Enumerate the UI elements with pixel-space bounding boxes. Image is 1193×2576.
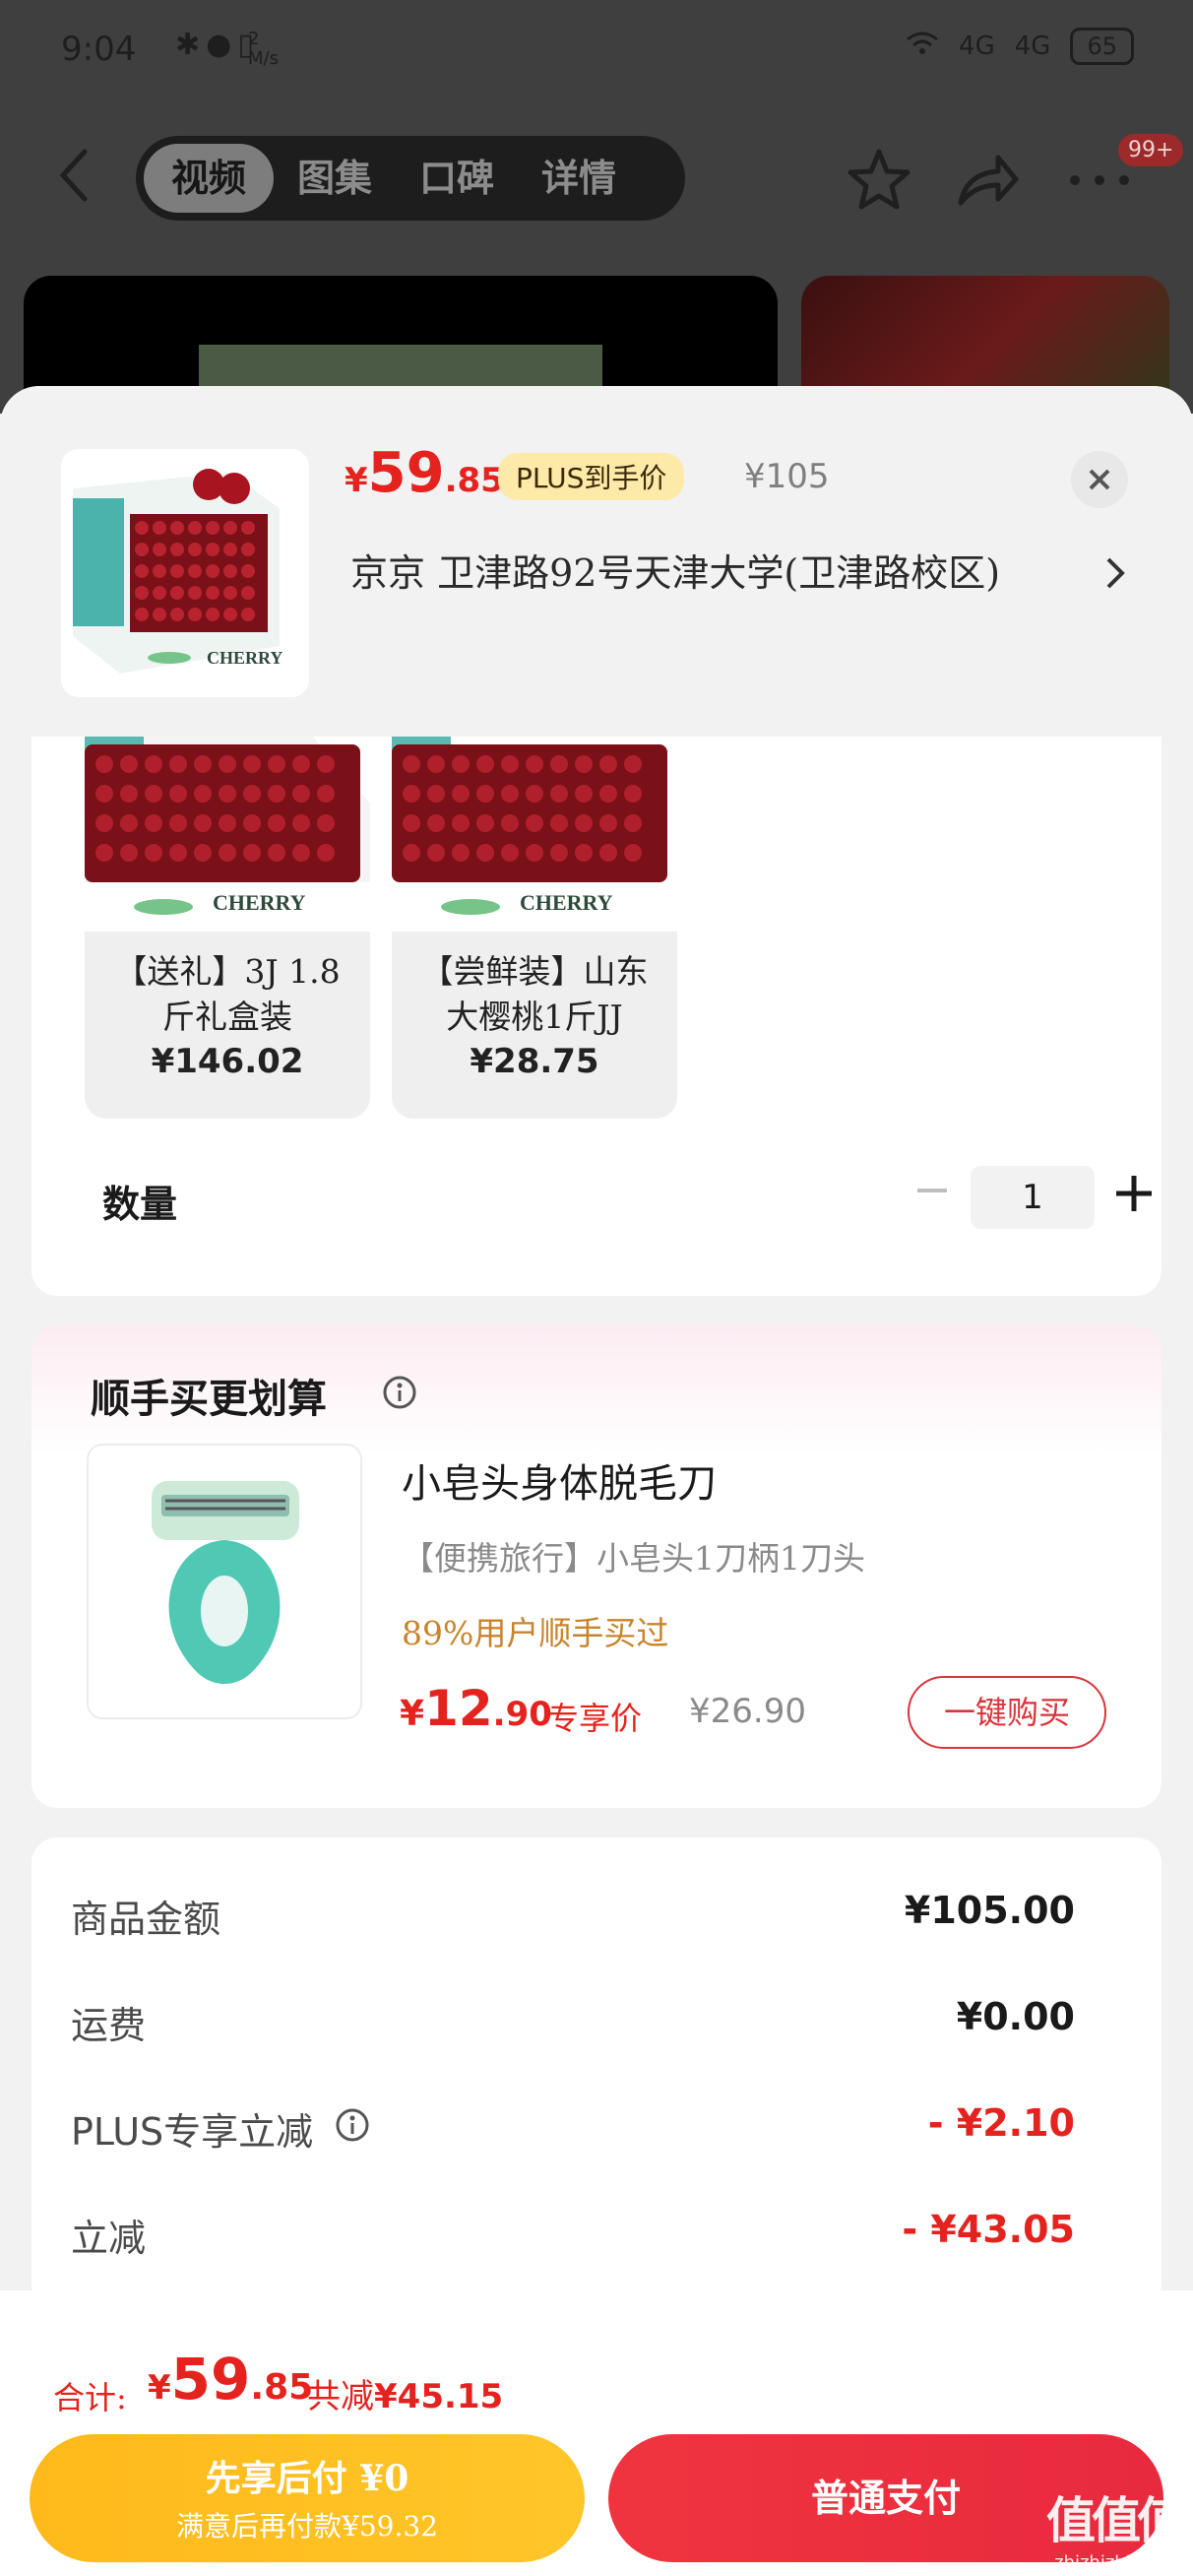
pay-later-title: 先享后付 ¥0	[205, 2458, 409, 2499]
status-bar: 9:04 ✱●▯ 2 M/s 4G 4G 65	[0, 0, 1193, 98]
upsell-original-price: ¥26.90	[689, 1692, 806, 1731]
upsell-card: 顺手买更划算 小皂头身体脱毛刀 【便携旅行】小皂头1刀柄1刀头 89%用户顺手买…	[31, 1325, 1162, 1808]
variant-name: 【送礼】3J 1.8斤礼盒装	[114, 952, 341, 1036]
total-price-integer: 59	[170, 2346, 251, 2413]
summary-label: 立减	[71, 2217, 147, 2260]
network-speed: 2 M/s	[248, 30, 279, 69]
variant-name: 【尝鲜装】山东大樱桃1斤JJ	[420, 952, 649, 1036]
variant-price: ¥28.75	[470, 1042, 599, 1081]
total-price-currency: ¥	[148, 2368, 171, 2408]
tab-reviews[interactable]: 口碑	[396, 144, 518, 213]
thumbnail-brand: CHERRY	[207, 648, 283, 668]
checkout-footer: 合计: ¥59.85 共减¥45.15 先享后付 ¥0 满意后再付款¥59.32…	[0, 2290, 1193, 2576]
pay-later-subtitle: 满意后再付款¥59.32	[176, 2510, 438, 2543]
variant-price: ¥146.02	[151, 1042, 304, 1081]
one-click-buy-button[interactable]: 一键购买	[908, 1676, 1106, 1749]
battery-icon: 65	[1070, 28, 1134, 65]
close-button[interactable]	[1071, 451, 1128, 508]
back-arrow-icon[interactable]	[55, 146, 94, 205]
tab-details[interactable]: 详情	[518, 144, 640, 213]
star-icon[interactable]	[845, 146, 913, 215]
price-decimal: .85	[444, 461, 504, 500]
pay-later-button[interactable]: 先享后付 ¥0 满意后再付款¥59.32	[30, 2434, 585, 2562]
tab-gallery[interactable]: 图集	[274, 144, 396, 213]
status-right: 4G 4G 65	[906, 28, 1134, 65]
total-savings: 共减¥45.15	[307, 2369, 503, 2417]
watermark-text: 值值值	[1046, 2491, 1186, 2549]
summary-label: 运费	[71, 2004, 147, 2047]
quantity-label: 数量	[102, 1183, 178, 1226]
total-price: ¥59.85	[148, 2346, 313, 2413]
variant-option[interactable]: CHERRY 【尝鲜装】山东大樱桃1斤JJ ¥28.75	[392, 725, 677, 1119]
signal-1: 4G	[959, 32, 995, 61]
info-icon[interactable]	[382, 1375, 417, 1410]
close-icon	[1089, 469, 1110, 490]
share-icon[interactable]	[953, 146, 1022, 215]
price-currency: ¥	[345, 461, 368, 500]
quantity-input[interactable]: 1	[971, 1166, 1095, 1229]
variant-image: CHERRY	[85, 725, 370, 932]
network-speed-value: 2	[248, 29, 260, 49]
wifi-icon	[906, 30, 939, 64]
tab-video[interactable]: 视频	[144, 144, 275, 213]
variant-image-brand: CHERRY	[520, 890, 613, 915]
variant-option[interactable]: CHERRY 【送礼】3J 1.8斤礼盒装 ¥146.02	[85, 725, 370, 1119]
message-badge: 99+	[1118, 134, 1184, 166]
product-thumbnail: CHERRY	[61, 449, 309, 697]
signal-2: 4G	[1014, 32, 1051, 61]
summary-value: - ¥43.05	[902, 2208, 1075, 2251]
sheet-header: CHERRY ¥59.85 PLUS到手价 ¥105 京京 卫津路92号天津大学…	[0, 386, 1193, 737]
summary-row: PLUS专享立减 - ¥2.10	[31, 2101, 1162, 2160]
network-speed-unit: M/s	[248, 48, 279, 69]
upsell-item-name[interactable]: 小皂头身体脱毛刀	[402, 1451, 717, 1509]
status-indicator-icons: ✱●▯	[175, 28, 260, 62]
upsell-product-image[interactable]	[87, 1444, 362, 1719]
summary-row: 运费 ¥0.00	[31, 1995, 1162, 2054]
upsell-price-label: 专享价	[547, 1700, 643, 1737]
total-savings-value: ¥45.15	[374, 2377, 504, 2416]
upsell-price-currency: ¥	[400, 1694, 425, 1734]
summary-label: PLUS专享立减	[71, 2110, 314, 2154]
purchase-sheet: CHERRY 【送礼】3J 1.8斤礼盒装 ¥146.02 CHERRY 【尝鲜…	[0, 386, 1193, 2576]
status-time: 9:04	[61, 30, 137, 69]
total-price-decimal: .85	[250, 2367, 314, 2408]
upsell-price-decimal: .90	[492, 1695, 552, 1734]
upsell-social-proof: 89%用户顺手买过	[402, 1614, 669, 1652]
upsell-title: 顺手买更划算	[91, 1377, 327, 1422]
price-integer: 59	[367, 441, 445, 505]
summary-value: ¥0.00	[956, 1995, 1075, 2038]
summary-row: 立减 - ¥43.05	[31, 2208, 1162, 2267]
summary-value: - ¥2.10	[927, 2101, 1075, 2145]
summary-row: 商品金额 ¥105.00	[31, 1889, 1162, 1948]
delivery-address[interactable]: 京京 卫津路92号天津大学(卫津路校区)	[350, 549, 1059, 597]
summary-label: 商品金额	[71, 1898, 221, 1941]
variant-image-brand: CHERRY	[213, 890, 306, 915]
plus-icon[interactable]	[1114, 1174, 1154, 1213]
nav-tabs: 视频 图集 口碑 详情	[136, 136, 685, 221]
product-price: ¥59.85	[345, 441, 504, 505]
price-summary-card: 商品金额 ¥105.00 运费 ¥0.00 PLUS专享立减 - ¥2.10 立…	[31, 1837, 1162, 2310]
upsell-price: ¥12.90	[400, 1680, 552, 1737]
variant-image: CHERRY	[392, 725, 677, 932]
info-icon[interactable]	[335, 2107, 370, 2143]
upsell-price-integer: 12	[424, 1680, 493, 1737]
plus-price-tag: PLUS到手价	[498, 453, 685, 500]
total-savings-label: 共减	[307, 2377, 374, 2416]
total-label: 合计:	[53, 2379, 127, 2416]
minus-icon[interactable]	[915, 1174, 949, 1207]
chevron-right-icon[interactable]	[1100, 553, 1130, 593]
watermark-domain: zhizhizhi.com	[1054, 2552, 1174, 2573]
upsell-item-desc: 【便携旅行】小皂头1刀柄1刀头	[402, 1539, 865, 1578]
watermark-logo: 值值值 zhizhizhi.com	[1036, 2481, 1193, 2576]
background-page: 9:04 ✱●▯ 2 M/s 4G 4G 65 视频 图集 口碑 详情 99+	[0, 0, 1193, 433]
summary-value: ¥105.00	[904, 1889, 1075, 1932]
original-price: ¥105	[744, 457, 830, 496]
